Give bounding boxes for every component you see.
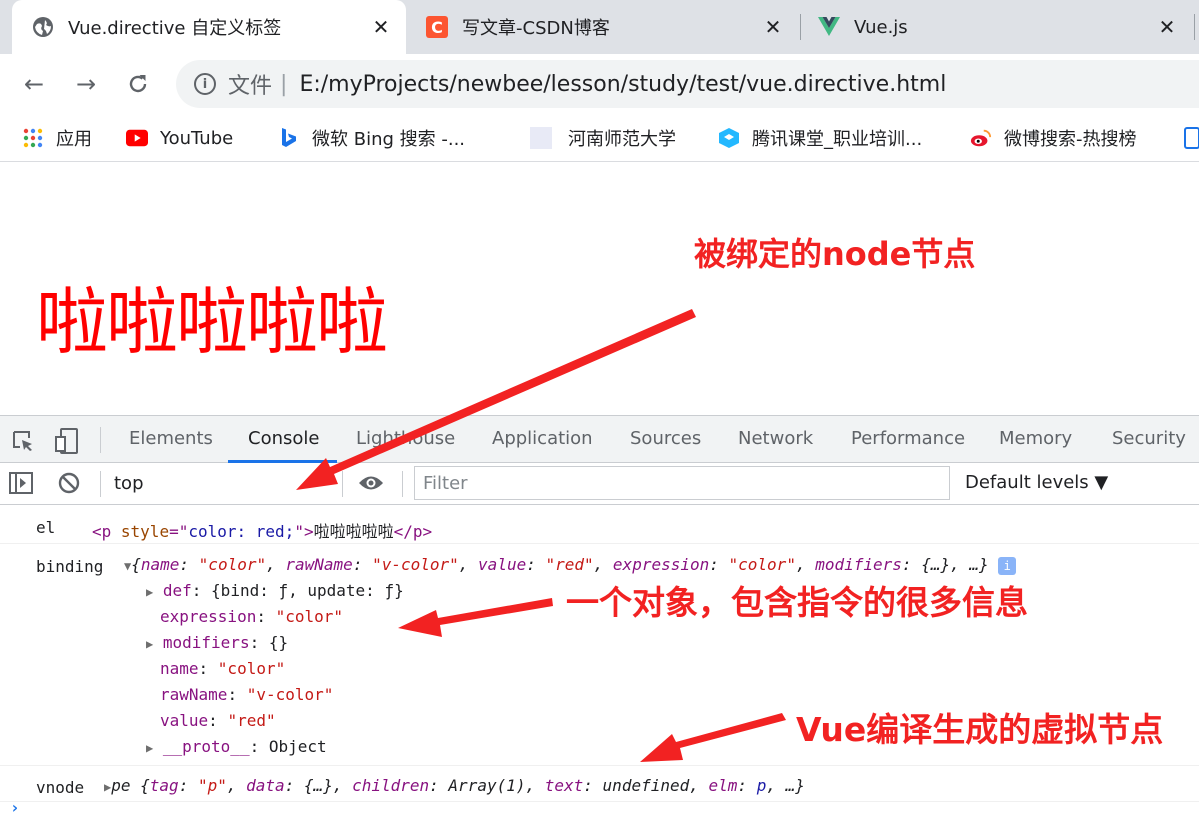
devtools-tab-security[interactable]: Security [1112,428,1186,449]
bookmark-label: YouTube [160,127,234,149]
devtools-tab-application[interactable]: Application [492,428,593,449]
tab-separator [1194,14,1195,40]
csdn-icon: C [426,16,448,38]
filter-placeholder: Filter [423,472,468,494]
directive-paragraph: 啦啦啦啦啦 [36,280,388,364]
bookmark-tencent-classroom[interactable]: 腾讯课堂_职业培训... [718,124,922,152]
site-info-icon[interactable]: i [194,73,216,95]
close-tab-icon[interactable]: ✕ [1156,15,1178,39]
console-output: el <p style="color: red;">啦啦啦啦啦</p> bind… [0,505,1199,817]
log-label: binding [36,557,104,576]
bookmark-label: 微软 Bing 搜索 -... [312,129,466,150]
devtools-tabbar: Elements Console Lighthouse Application … [0,415,1199,463]
console-divider [402,471,403,497]
tab-title: 写文章-CSDN博客 [462,18,610,39]
reload-icon [129,75,147,93]
url-text[interactable]: E:/myProjects/newbee/lesson/study/test/v… [299,72,946,97]
bookmark-label: 河南师范大学 [568,129,676,150]
tab-strip: Vue.directive 自定义标签 ✕ C 写文章-CSDN博客 ✕ Vue… [0,0,1199,54]
sidebar-toggle-icon[interactable] [8,470,34,496]
log-value-el[interactable]: <p style="color: red;">啦啦啦啦啦</p> [92,518,432,542]
annotation-vnode: Vue编译生成的虚拟节点 [796,710,1164,749]
tab-separator [800,14,801,40]
bookmark-label: 腾讯课堂_职业培训... [752,129,923,150]
devtools-tab-elements[interactable]: Elements [129,428,213,449]
reload-button[interactable] [120,66,156,102]
annotation-node: 被绑定的node节点 [694,235,976,273]
context-selector[interactable]: top [114,473,144,494]
console-toolbar: top Filter Default levels ▼ [0,463,1199,505]
clear-console-icon[interactable] [56,470,82,496]
bookmark-overflow[interactable] [1184,124,1199,152]
bing-icon [278,127,300,149]
console-prompt: › [10,798,20,817]
forward-button[interactable]: → [68,66,104,102]
tab-title: Vue.directive 自定义标签 [68,18,282,39]
browser-toolbar: ← → i 文件 | E:/myProjects/newbee/lesson/s… [0,54,1199,114]
devtools-tab-console[interactable]: Console [248,428,319,449]
inspect-element-icon[interactable] [10,428,36,454]
log-label: el [36,518,56,537]
close-tab-icon[interactable]: ✕ [762,15,784,39]
apps-grid-icon [22,127,44,149]
back-button[interactable]: ← [16,66,52,102]
console-divider [342,471,343,497]
tab-csdn[interactable]: C 写文章-CSDN博客 ✕ [420,0,798,54]
bookmark-apps[interactable]: 应用 [22,124,92,152]
bookmark-youtube[interactable]: YouTube [126,124,233,152]
back-arrow-icon: ← [23,70,45,98]
bookmarks-bar: 应用 YouTube 微软 Bing 搜索 -... 河南师范大学 腾讯课堂_职… [0,114,1199,162]
console-row-vnode: vnode ▶pe {tag: "p", data: {…}, children… [0,765,1199,801]
close-tab-icon[interactable]: ✕ [370,15,392,39]
info-icon[interactable]: i [998,556,1017,575]
filter-input[interactable]: Filter [414,466,950,500]
binding-prop-def[interactable]: ▶ def: {bind: ƒ, update: ƒ} [146,581,404,600]
bookmark-weibo[interactable]: 微博搜索-热搜榜 [970,124,1137,152]
address-separator: | [280,71,288,97]
bookmark-label: 应用 [56,129,92,150]
binding-prop-proto[interactable]: ▶ __proto__: Object [146,737,327,756]
console-prompt-row[interactable]: › [0,798,1199,817]
binding-prop-value: value: "red" [160,711,276,730]
tab-vuejs[interactable]: Vue.js ✕ [812,0,1192,54]
binding-summary[interactable]: ▼{name: "color", rawName: "v-color", val… [124,555,1017,575]
devtools-tab-performance[interactable]: Performance [851,428,965,449]
tab-title: Vue.js [854,16,908,38]
vue-icon [818,16,840,38]
devtools-tab-lighthouse[interactable]: Lighthouse [356,428,455,449]
console-divider [100,471,101,497]
tencent-classroom-icon [718,127,740,149]
devtools-divider [100,427,101,453]
page-content: 啦啦啦啦啦 被绑定的node节点 [0,163,1199,415]
bookmark-henan-normal-university[interactable]: 河南师范大学 [530,124,676,152]
weibo-icon [970,127,992,149]
blank-page-icon [530,127,552,149]
annotation-binding: 一个对象，包含指令的很多信息 [566,583,1028,622]
address-bar[interactable]: i 文件 | E:/myProjects/newbee/lesson/study… [176,60,1199,108]
protocol-label: 文件 [228,74,273,99]
devtools-tab-memory[interactable]: Memory [999,428,1072,449]
youtube-icon [126,127,148,149]
globe-icon [32,16,54,38]
devtools-tab-network[interactable]: Network [738,428,813,449]
vnode-summary[interactable]: ▶pe {tag: "p", data: {…}, children: Arra… [104,776,805,795]
binding-prop-rawname: rawName: "v-color" [160,685,334,704]
bookmark-label: 微博搜索-热搜榜 [1004,129,1137,150]
device-toolbar-icon[interactable] [54,428,80,454]
log-levels-dropdown[interactable]: Default levels ▼ [965,472,1108,493]
binding-prop-modifiers[interactable]: ▶ modifiers: {} [146,633,288,652]
forward-arrow-icon: → [75,70,97,98]
binding-prop-name: name: "color" [160,659,286,678]
log-label: vnode [36,778,85,797]
devtools-tab-sources[interactable]: Sources [630,428,701,449]
live-expression-eye-icon[interactable] [358,470,384,496]
bookmark-bing[interactable]: 微软 Bing 搜索 -... [278,124,465,152]
console-row-el: el <p style="color: red;">啦啦啦啦啦</p> [0,505,1199,543]
tab-vue-directive[interactable]: Vue.directive 自定义标签 ✕ [12,0,406,54]
binding-prop-expression: expression: "color" [160,607,344,626]
